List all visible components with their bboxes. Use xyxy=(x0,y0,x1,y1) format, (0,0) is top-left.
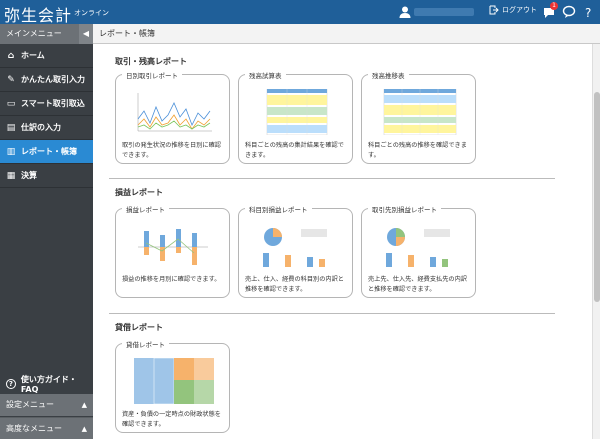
top-bar: 弥生会計 オンライン ログアウト 1 ? xyxy=(0,0,600,26)
sidebar-item-label: 決算 xyxy=(21,171,37,180)
card-description: 損益の推移を月別に確認できます。 xyxy=(122,276,221,283)
logout-button[interactable]: ログアウト xyxy=(489,5,537,15)
app-logo-sub: オンライン xyxy=(74,9,109,17)
chat-icon[interactable] xyxy=(562,5,576,19)
treemap-thumbnail xyxy=(134,358,214,404)
section-divider xyxy=(109,178,555,179)
pencil-icon: ✎ xyxy=(7,74,15,85)
card-title: 残高試算表 xyxy=(245,70,286,80)
card-account-profit-loss[interactable]: 科目別損益レポート 売上、仕入、経費の科目別の内訳と推移を確認できます。 xyxy=(238,204,353,298)
user-icon[interactable] xyxy=(398,5,412,19)
card-description: 科目ごとの残高の集計結果を確認できます。 xyxy=(245,142,344,159)
section-title: 損益レポート xyxy=(115,188,163,197)
advanced-menu-label: 高度なメニュー xyxy=(6,424,62,433)
chart-icon: ▥ xyxy=(6,146,16,157)
card-trial-balance[interactable]: 残高試算表 科目ごとの残高の集計結果を確認できます。 xyxy=(238,70,353,164)
pie-bar-thumbnail xyxy=(263,228,327,267)
card-title: 貸借レポート xyxy=(122,339,169,349)
journal-icon: ▤ xyxy=(6,122,16,133)
card-description: 売上、仕入、経費の科目別の内訳と推移を確認できます。 xyxy=(245,276,344,293)
sidebar-item-label: レポート・帳簿 xyxy=(21,147,77,156)
sidebar-header: メインメニュー ◀ xyxy=(0,24,93,44)
card-description: 資産・負債の一定時点の財政状態を確認できます。 xyxy=(122,411,221,428)
logout-icon xyxy=(489,5,499,15)
card-daily-transaction-report[interactable]: 日別取引レポート 取引の発生状況の推移を日別に確認できます。 xyxy=(115,70,230,164)
sidebar-item-smart-import[interactable]: ▭ スマート取引取込 xyxy=(0,92,93,116)
vertical-scrollbar[interactable] xyxy=(592,44,600,439)
faq-label: 使い方ガイド・FAQ xyxy=(20,375,77,394)
logout-label: ログアウト xyxy=(502,6,537,14)
chevron-up-icon: ▲ xyxy=(81,425,87,433)
notification-badge: 1 xyxy=(550,2,558,10)
card-title: 損益レポート xyxy=(122,204,169,214)
collapse-sidebar-icon[interactable]: ◀ xyxy=(79,24,93,44)
scrollbar-thumb[interactable] xyxy=(594,92,600,302)
advanced-menu[interactable]: 高度なメニュー ▲ xyxy=(0,417,93,439)
user-name-redacted xyxy=(414,8,474,16)
card-balance-sheet-report[interactable]: 貸借レポート 資産・負債の一定時点の財政状態を確認できます。 xyxy=(115,339,230,433)
section-title: 貸借レポート xyxy=(115,323,163,332)
card-partner-profit-loss[interactable]: 取引先別損益レポート 売上先、仕入先、経費支払先の内訳と推移を確認できます。 xyxy=(361,204,476,298)
home-icon: ⌂ xyxy=(7,50,15,61)
table-thumbnail xyxy=(383,89,457,135)
help-icon[interactable]: ? xyxy=(582,5,596,19)
sidebar-item-label: スマート取引取込 xyxy=(21,99,85,108)
sidebar-item-reports[interactable]: ▥ レポート・帳簿 xyxy=(0,140,93,164)
svg-text:?: ? xyxy=(585,6,591,19)
sidebar-item-journal[interactable]: ▤ 仕訳の入力 xyxy=(0,116,93,140)
main-content: レポート・帳簿 取引・残高レポート 日別取引レポート 取引の発生状況の推移を日別… xyxy=(93,24,600,439)
section-divider xyxy=(109,313,555,314)
sidebar-header-label: メインメニュー xyxy=(6,29,62,38)
card-description: 科目ごとの残高の推移を確認できます。 xyxy=(368,142,467,159)
sidebar-item-label: 仕訳の入力 xyxy=(21,123,61,132)
line-chart-thumbnail xyxy=(134,89,214,135)
card-title: 日別取引レポート xyxy=(122,70,182,80)
card-title: 残高推移表 xyxy=(368,70,409,80)
sidebar-item-label: かんたん取引入力 xyxy=(21,75,85,84)
card-profit-loss-report[interactable]: 損益レポート 損益の推移を月別に確認できます。 xyxy=(115,204,230,298)
sidebar-item-easy-entry[interactable]: ✎ かんたん取引入力 xyxy=(0,68,93,92)
sidebar-item-closing[interactable]: ▦ 決算 xyxy=(0,164,93,188)
settings-menu-label: 設定メニュー xyxy=(6,400,54,409)
question-circle-icon: ? xyxy=(6,379,16,389)
card-description: 取引の発生状況の推移を日別に確認できます。 xyxy=(122,142,221,159)
card-description: 売上先、仕入先、経費支払先の内訳と推移を確認できます。 xyxy=(368,276,467,293)
app-logo[interactable]: 弥生会計 xyxy=(4,2,72,26)
bar-chart-thumbnail xyxy=(138,229,208,265)
faq-link[interactable]: ? 使い方ガイド・FAQ xyxy=(0,374,93,394)
import-icon: ▭ xyxy=(6,98,16,109)
card-balance-transition[interactable]: 残高推移表 科目ごとの残高の推移を確認できます。 xyxy=(361,70,476,164)
chevron-up-icon: ▲ xyxy=(81,401,87,409)
sidebar-item-home[interactable]: ⌂ ホーム xyxy=(0,44,93,68)
breadcrumb: レポート・帳簿 xyxy=(93,24,600,44)
calculator-icon: ▦ xyxy=(6,170,16,181)
card-title: 取引先別損益レポート xyxy=(368,204,441,214)
table-thumbnail xyxy=(266,89,328,135)
sidebar: メインメニュー ◀ ⌂ ホーム ✎ かんたん取引入力 ▭ スマート取引取込 ▤ … xyxy=(0,24,93,439)
settings-menu[interactable]: 設定メニュー ▲ xyxy=(0,394,93,416)
card-title: 科目別損益レポート xyxy=(245,204,312,214)
section-title: 取引・残高レポート xyxy=(115,57,187,66)
pie-bar-thumbnail xyxy=(386,228,450,267)
sidebar-item-label: ホーム xyxy=(21,51,45,60)
